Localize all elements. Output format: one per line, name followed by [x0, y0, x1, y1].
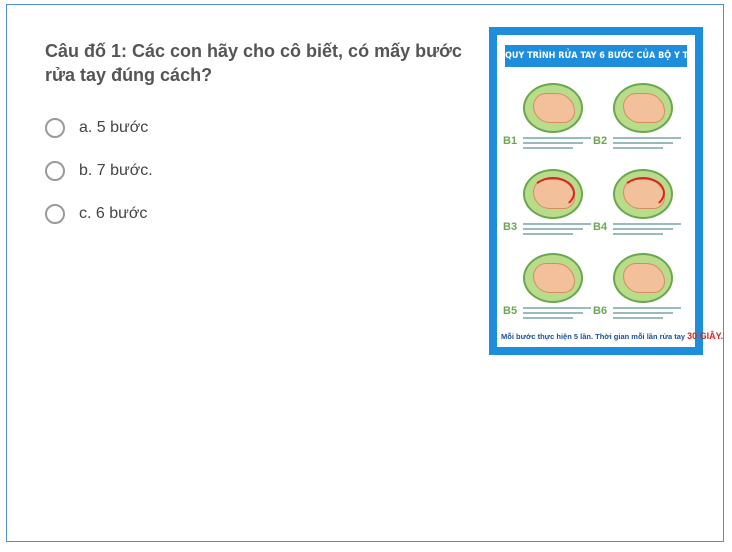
- step-b5: B5: [503, 253, 593, 333]
- step-label: B1: [503, 135, 518, 147]
- question-text: Câu đố 1: Các con hãy cho cô biết, có mấ…: [45, 41, 462, 85]
- poster-footer: Mỗi bước thực hiện 5 lần. Thời gian mỗi …: [501, 331, 723, 341]
- hand-icon: [533, 93, 575, 123]
- radio-button[interactable]: [45, 118, 65, 138]
- step-label: B4: [593, 221, 608, 233]
- option-c[interactable]: c. 6 bước: [45, 204, 147, 224]
- poster-content: QUY TRÌNH RỬA TAY 6 BƯỚC CỦA BỘ Y TẾ B1 …: [497, 35, 723, 347]
- step-b6: B6: [593, 253, 683, 333]
- step-b3: B3: [503, 169, 593, 249]
- step-b4: B4: [593, 169, 683, 249]
- radio-button[interactable]: [45, 204, 65, 224]
- option-label: b. 7 bước.: [79, 162, 153, 179]
- step-label: B2: [593, 135, 608, 147]
- quiz-card: Câu đố 1: Các con hãy cho cô biết, có mấ…: [6, 4, 724, 542]
- step-label: B5: [503, 305, 518, 317]
- step-label: B3: [503, 221, 518, 233]
- option-label: c. 6 bước: [79, 205, 148, 222]
- option-a[interactable]: a. 5 bước: [45, 118, 148, 138]
- handwashing-poster-image: QUY TRÌNH RỬA TAY 6 BƯỚC CỦA BỘ Y TẾ B1 …: [489, 27, 723, 355]
- step-b1: B1: [503, 83, 593, 163]
- hand-icon: [533, 263, 575, 293]
- poster-footer-text: Mỗi bước thực hiện 5 lần. Thời gian mỗi …: [501, 332, 686, 341]
- hand-icon: [623, 93, 665, 123]
- step-b2: B2: [593, 83, 683, 163]
- step-label: B6: [593, 305, 608, 317]
- poster-title: QUY TRÌNH RỬA TAY 6 BƯỚC CỦA BỘ Y TẾ: [505, 45, 687, 67]
- poster-footer-highlight: 30 GIÂY.: [687, 331, 724, 341]
- option-b[interactable]: b. 7 bước.: [45, 161, 153, 181]
- arrow-icon: [621, 177, 665, 209]
- radio-button[interactable]: [45, 161, 65, 181]
- arrow-icon: [531, 177, 575, 209]
- option-label: a. 5 bước: [79, 119, 149, 136]
- hand-icon: [623, 263, 665, 293]
